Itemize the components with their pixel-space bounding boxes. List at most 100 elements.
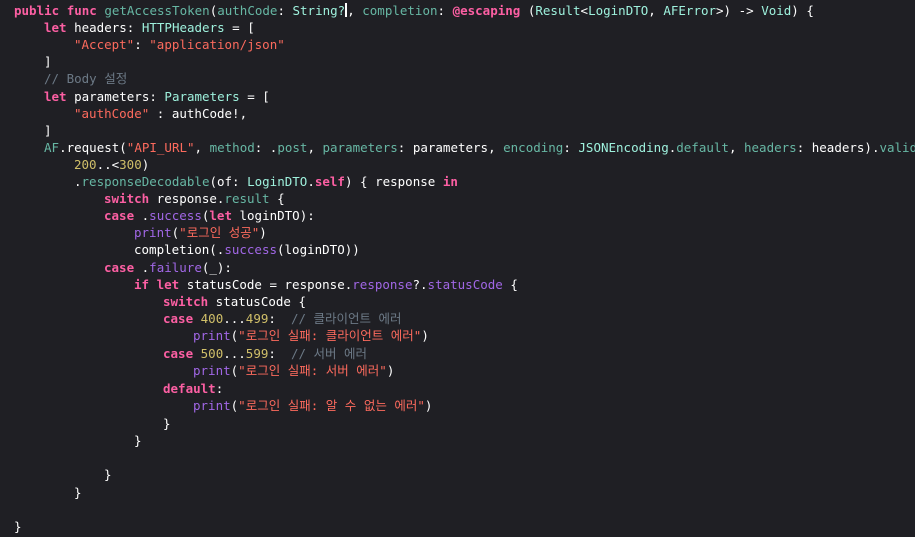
keyword-switch: switch [163, 294, 209, 309]
plain-text: { [269, 191, 285, 206]
string-literal: "로그인 실패: 서버 에러" [238, 363, 387, 378]
plain-text: ) [386, 363, 395, 378]
plain-text: ) { response [344, 174, 443, 189]
keyword-case: case [104, 260, 135, 275]
string-literal: "Accept" [74, 37, 135, 52]
plain-text: response. [149, 191, 225, 206]
enum-case: post [277, 140, 308, 155]
plain-text: : headers). [796, 140, 880, 155]
plain-text: , [728, 140, 744, 155]
keyword-public: public [14, 3, 60, 18]
code-line-3: "Accept": "application/json" [74, 36, 915, 53]
plain-text: { [502, 277, 518, 292]
plain-text: ... [223, 311, 246, 326]
attribute-escaping: @escaping [452, 3, 521, 18]
plain-text: , [307, 140, 323, 155]
function-print: print [193, 398, 231, 413]
plain-text: ) [259, 225, 267, 240]
plain-text: statusCode = response. [179, 277, 353, 292]
keyword-in: in [442, 174, 458, 189]
code-line-10: 200..<300) [74, 156, 915, 173]
plain-text: = [ [224, 20, 255, 35]
type-name: LoginDTO [588, 3, 649, 18]
plain-text: ?. [412, 277, 428, 292]
plain-text: (_): [201, 260, 232, 275]
code-line-6: let parameters: Parameters = [ [44, 88, 915, 105]
punct: ) { [791, 3, 814, 18]
number-literal: 400 [200, 311, 224, 326]
plain-text: : [134, 37, 150, 52]
code-line-13: case .success(let loginDTO): [104, 207, 915, 224]
function-print: print [193, 363, 231, 378]
closing-brace: } [134, 433, 142, 448]
punct: : [437, 3, 453, 18]
member-name: default [676, 140, 729, 155]
plain-text: . [74, 174, 82, 189]
code-line-28: } [74, 484, 915, 501]
punct: < [580, 3, 589, 18]
type-name: LoginDTO [247, 174, 308, 189]
enum-case: success [224, 242, 277, 257]
punct: ( [520, 3, 536, 18]
plain-text: loginDTO): [231, 208, 315, 223]
code-line-9: AF.request("API_URL", method: .post, par… [44, 139, 915, 156]
plain-text: ) [424, 398, 433, 413]
code-line-5: // Body 설정 [44, 70, 915, 87]
closing-brace: } [163, 416, 171, 431]
code-line-26: } [134, 432, 915, 449]
type-name: Void [761, 3, 792, 18]
plain-text: ... [223, 346, 246, 361]
number-literal: 300 [119, 157, 142, 172]
code-line-29: } [14, 518, 915, 535]
plain-text: ) [421, 328, 429, 343]
plain-text: headers: [66, 20, 142, 35]
closing-brace: } [74, 485, 82, 500]
method-name: responseDecodable [81, 174, 210, 189]
type-name: JSONEncoding [578, 140, 669, 155]
type-name: Parameters [164, 89, 240, 104]
function-print: print [193, 328, 231, 343]
plain-text: = [ [239, 89, 270, 104]
code-line-1: public func getAccessToken (authCode: Str… [14, 2, 915, 19]
plain-text: ..< [96, 157, 120, 172]
string-literal: "로그인 실패: 알 수 없는 에러" [238, 398, 425, 413]
param-label: authCode [217, 3, 278, 18]
code-line-19: case 400...499: // 클라이언트 에러 [163, 310, 915, 327]
member-name: response [352, 277, 413, 292]
keyword-case: case [104, 208, 135, 223]
plain-text: : parameters, [397, 140, 504, 155]
plain-text: ] [44, 123, 52, 138]
identifier-af: AF [44, 140, 60, 155]
plain-text: : [268, 346, 291, 361]
code-line-4: ] [44, 53, 915, 70]
code-editor[interactable]: public func getAccessToken (authCode: Str… [0, 0, 915, 537]
member-name: result [224, 191, 270, 206]
closing-brace: } [14, 519, 22, 534]
keyword-let: let [156, 277, 180, 292]
keyword-switch: switch [104, 191, 150, 206]
keyword-default: default [163, 381, 216, 396]
string-literal: "application/json" [149, 37, 285, 52]
number-literal: 499 [245, 311, 269, 326]
plain-text: statusCode { [208, 294, 306, 309]
plain-text: ] [44, 54, 52, 69]
number-literal: 200 [74, 157, 97, 172]
keyword-let: let [209, 208, 232, 223]
code-line-27: } [104, 466, 915, 483]
string-literal: "API_URL" [126, 140, 195, 155]
number-literal: 500 [200, 346, 224, 361]
number-literal: 599 [245, 346, 269, 361]
plain-text: (of: [209, 174, 248, 189]
code-line-20: print("로그인 실패: 클라이언트 에러") [193, 327, 915, 344]
code-line-12: switch response.result { [104, 190, 915, 207]
punct: , [347, 3, 363, 18]
plain-text: . [134, 208, 150, 223]
param-label: headers [744, 140, 797, 155]
code-line-14: print("로그인 성공") [134, 224, 915, 241]
keyword-let: let [44, 89, 67, 104]
plain-text [193, 346, 201, 361]
plain-text: . [307, 174, 315, 189]
code-line-7: "authCode" : authCode!, [74, 105, 915, 122]
code-line-24: print("로그인 실패: 알 수 없는 에러") [193, 397, 915, 414]
code-line-15: completion(.success(loginDTO)) [134, 241, 915, 258]
